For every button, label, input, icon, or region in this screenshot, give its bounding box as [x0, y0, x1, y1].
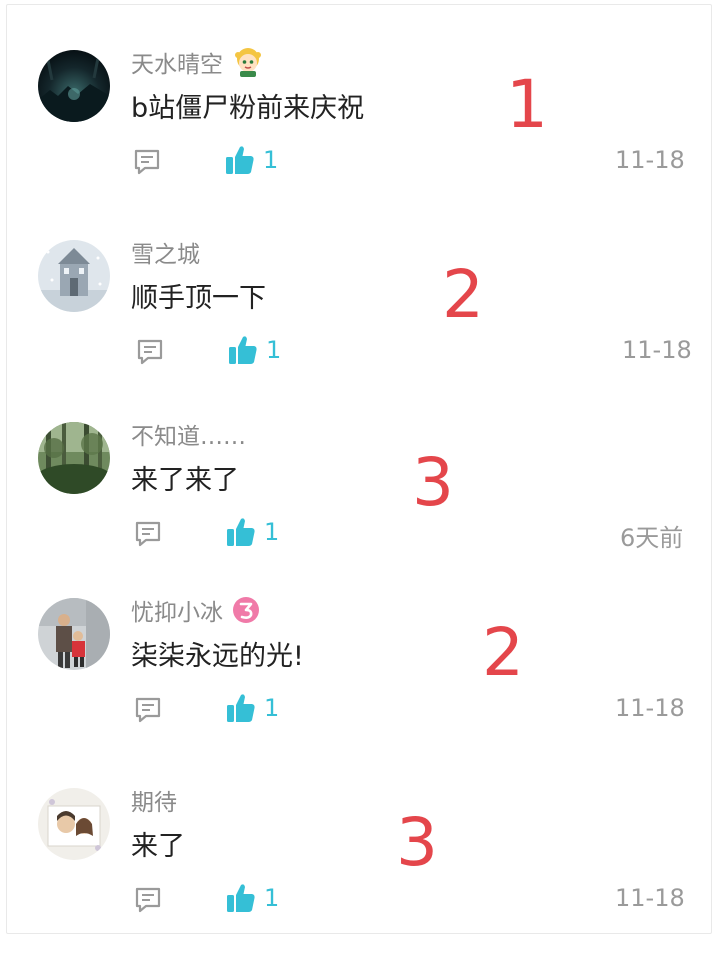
comment-text: 柒柒永远的光! [131, 641, 304, 672]
like-button[interactable]: 1 [226, 692, 279, 724]
comment-item: 期待 来了 3 1 11-18 [0, 780, 720, 960]
comment-bubble-icon [134, 149, 160, 175]
dark-night-scene-avatar [38, 50, 110, 122]
timestamp: 11-18 [615, 884, 685, 912]
avatar[interactable] [38, 422, 110, 494]
comment-text: 来了 [131, 831, 185, 862]
pink-level-badge-icon [231, 595, 261, 625]
comment-item: 忧抑小冰 柒柒永远的光! 2 1 11-18 [0, 590, 720, 770]
timestamp: 6天前 [620, 524, 684, 552]
snow-castle-avatar [38, 240, 110, 312]
timestamp: 11-18 [622, 336, 692, 364]
reply-button[interactable] [132, 884, 164, 916]
forest-avatar [38, 422, 110, 494]
comment-bubble-icon [135, 521, 161, 547]
comment-item: 雪之城 顺手顶一下 2 1 11-18 [0, 232, 720, 412]
like-button[interactable]: 1 [226, 882, 279, 914]
thumbs-up-icon [227, 884, 255, 912]
reply-button[interactable] [131, 146, 163, 178]
avatar[interactable] [38, 50, 110, 122]
username[interactable]: 忧抑小冰 [131, 593, 223, 627]
avatar[interactable] [38, 788, 110, 860]
illustrated-couple-avatar [38, 788, 110, 860]
handwritten-number-annotation: 2 [482, 614, 524, 691]
like-button[interactable]: 1 [225, 144, 278, 176]
like-count: 1 [263, 146, 279, 174]
like-count: 1 [264, 884, 280, 912]
like-button[interactable]: 1 [226, 516, 279, 548]
thumbs-up-icon [227, 694, 255, 722]
comment-text: b站僵尸粉前来庆祝 [131, 93, 365, 124]
like-count: 1 [264, 694, 280, 722]
comment-bubble-icon [137, 339, 163, 365]
comment-text: 顺手顶一下 [131, 283, 266, 314]
timestamp: 11-18 [615, 146, 685, 174]
comment-text: 来了来了 [131, 465, 239, 496]
family-photo-avatar [38, 598, 110, 670]
reply-button[interactable] [132, 518, 164, 550]
reply-button[interactable] [134, 336, 166, 368]
thumbs-up-icon [226, 146, 254, 174]
handwritten-number-annotation: 3 [412, 444, 454, 521]
handwritten-number-annotation: 2 [442, 256, 484, 333]
like-button[interactable]: 1 [228, 334, 281, 366]
reply-button[interactable] [132, 694, 164, 726]
comment-item: 天水晴空 b站僵尸粉前来庆祝 1 1 11-18 [0, 42, 720, 222]
thumbs-up-icon [227, 518, 255, 546]
comment-item: 不知道…… 来了来了 3 1 6天前 [0, 414, 720, 594]
username[interactable]: 不知道…… [131, 417, 246, 451]
timestamp: 11-18 [615, 694, 685, 722]
comment-bubble-icon [135, 697, 161, 723]
thumbs-up-icon [229, 336, 257, 364]
comment-bubble-icon [135, 887, 161, 913]
cartoon-character-badge-icon [231, 45, 265, 79]
username[interactable]: 天水晴空 [131, 45, 223, 79]
avatar[interactable] [38, 598, 110, 670]
username[interactable]: 雪之城 [131, 235, 200, 269]
handwritten-number-annotation: 1 [506, 66, 548, 143]
username[interactable]: 期待 [131, 783, 177, 817]
avatar[interactable] [38, 240, 110, 312]
like-count: 1 [264, 518, 280, 546]
like-count: 1 [266, 336, 282, 364]
handwritten-number-annotation: 3 [396, 804, 438, 881]
